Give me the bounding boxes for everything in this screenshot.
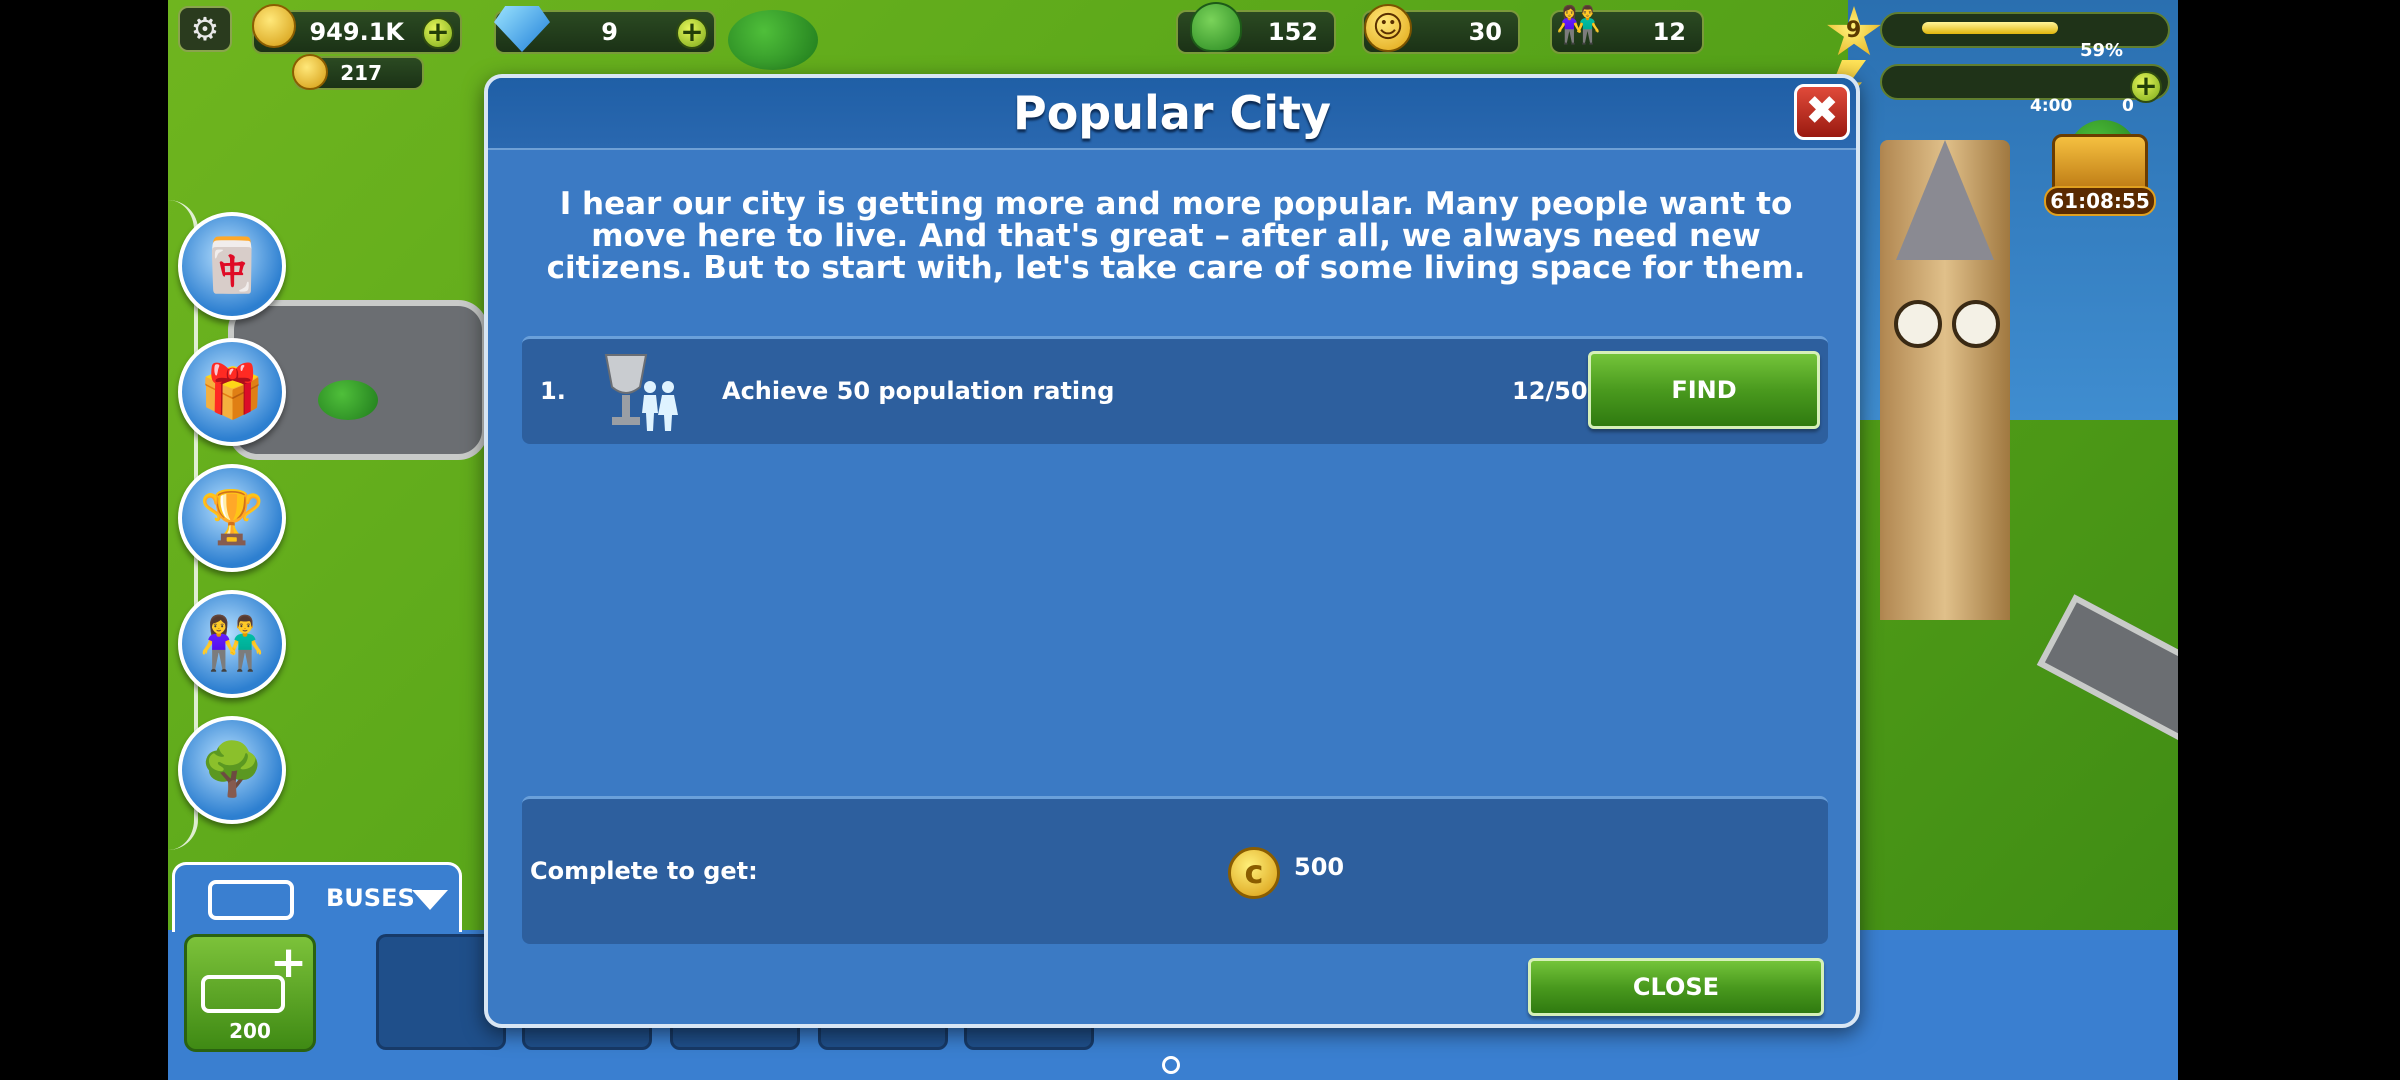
trophy-people-quest-icon[interactable]: 🏆 <box>178 464 286 572</box>
task-row: 1. Achieve 50 population rating 12/50 FI… <box>522 336 1828 444</box>
task-label: Achieve 50 population rating <box>722 377 1115 405</box>
tree <box>318 380 378 420</box>
bus-icon <box>208 880 294 920</box>
quest-dialog: Popular City ✖ I hear our city is gettin… <box>484 74 1860 1028</box>
clock-face <box>1952 300 2000 348</box>
dialog-title: Popular City <box>1012 86 1331 140</box>
mahjong-quest-icon[interactable]: 🀄 <box>178 212 286 320</box>
trophy-tree-quest-icon[interactable]: 🌳 <box>178 716 286 824</box>
sub-coins-value: 217 <box>340 61 382 85</box>
coins-value: 949.1K <box>309 18 404 46</box>
find-button[interactable]: FIND <box>1588 351 1820 429</box>
tree <box>728 10 818 70</box>
gems-value: 9 <box>601 18 618 46</box>
dialog-title-bar: Popular City <box>488 78 1856 150</box>
energy-timer: 4:00 <box>2030 96 2073 116</box>
gift-quest-icon[interactable]: 🎁 <box>178 338 286 446</box>
bus-icon <box>201 975 285 1013</box>
shop-category-label: BUSES <box>326 884 415 912</box>
happiness-value: 30 <box>1468 18 1502 46</box>
add-coins-button[interactable]: + <box>422 17 454 49</box>
add-gems-button[interactable]: + <box>676 17 708 49</box>
trees-value: 152 <box>1267 18 1318 46</box>
energy-value: 0 <box>2122 96 2134 116</box>
energy-bar[interactable]: + <box>1880 64 2170 103</box>
level-number: 9 <box>1846 18 1862 43</box>
tree-icon <box>1190 2 1242 52</box>
close-icon[interactable]: ✖ <box>1794 84 1850 140</box>
add-bus-button[interactable]: + 200 <box>184 934 316 1052</box>
add-bus-cost: 200 <box>229 1019 271 1043</box>
level-percent: 59% <box>2080 40 2124 61</box>
road <box>2036 594 2178 806</box>
page-indicator-dot <box>1162 1056 1180 1074</box>
task-number: 1. <box>540 377 566 405</box>
reward-value: 500 <box>1294 853 1345 881</box>
reward-label: Complete to get: <box>530 857 758 885</box>
trophy-people-icon <box>604 354 678 431</box>
settings-gear-icon[interactable]: ⚙ <box>178 6 232 52</box>
dialog-intro-text: I hear our city is getting more and more… <box>546 186 1806 286</box>
level-progress-fill <box>1922 22 2058 34</box>
people-quest-icon[interactable]: 👫 <box>178 590 286 698</box>
chest-timer: 61:08:55 <box>2044 186 2156 216</box>
close-button[interactable]: CLOSE <box>1528 958 1824 1016</box>
coin-stack-icon <box>292 54 328 90</box>
population-icon: 👫 <box>1556 5 1601 46</box>
reward-panel: Complete to get: c 500 <box>522 796 1828 944</box>
coin-icon <box>252 4 296 48</box>
level-progress-bar[interactable] <box>1880 12 2170 48</box>
chevron-down-icon[interactable] <box>412 890 448 910</box>
smile-icon: ☺ <box>1364 4 1412 52</box>
task-progress: 12/50 <box>1512 377 1588 405</box>
add-energy-button[interactable]: + <box>2130 71 2162 103</box>
coin-icon: c <box>1228 847 1280 899</box>
population-value: 12 <box>1652 18 1686 46</box>
clock-face <box>1894 300 1942 348</box>
